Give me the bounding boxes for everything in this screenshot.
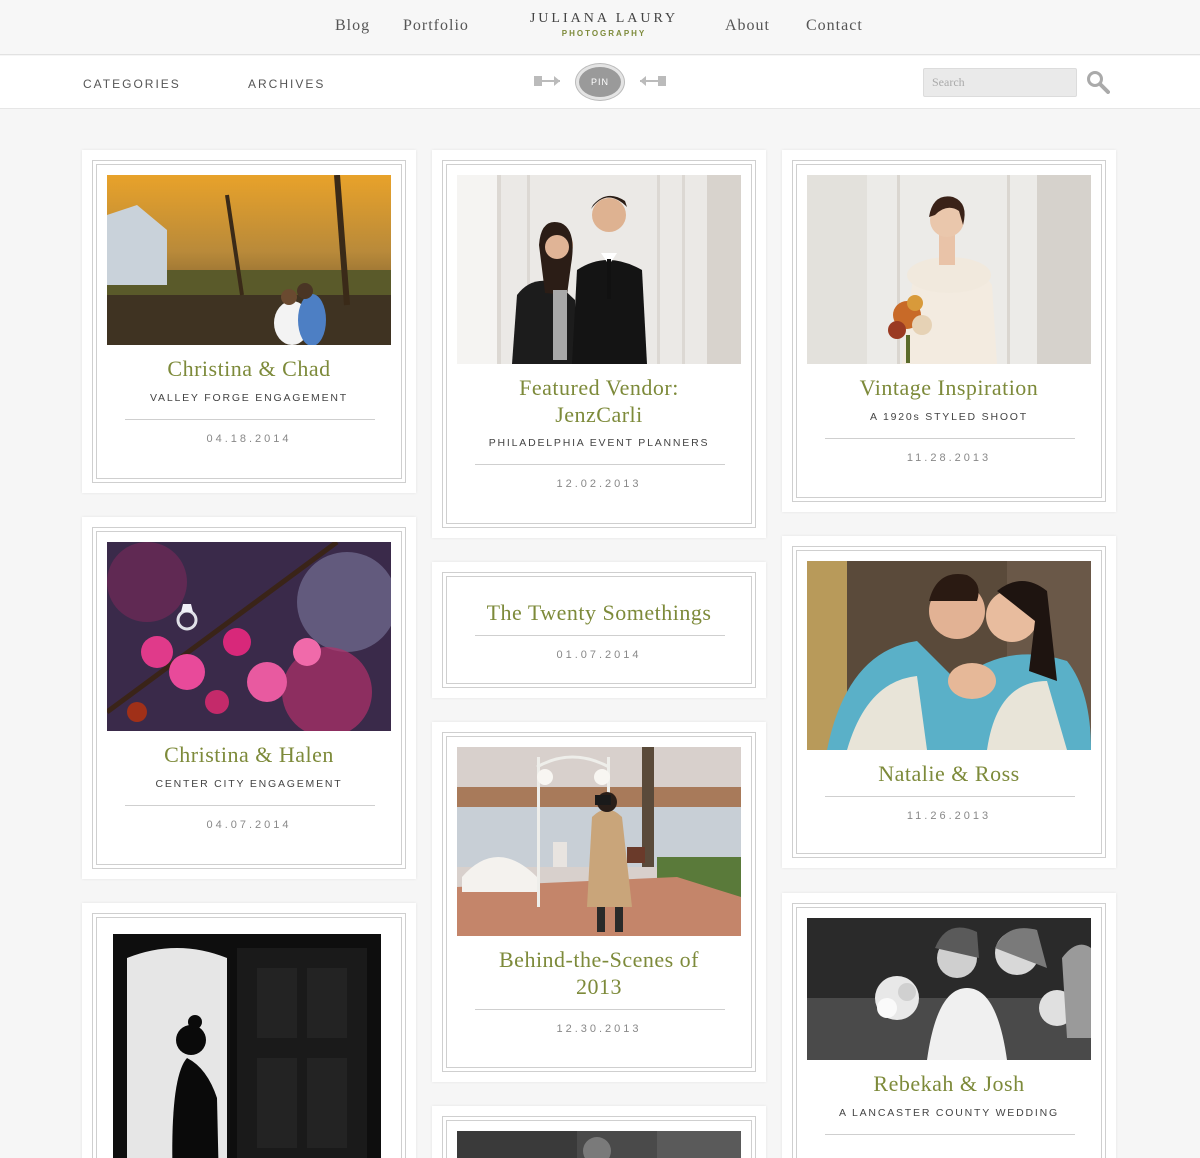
- post-card[interactable]: The Twenty Somethings 01.07.2014: [432, 562, 766, 698]
- post-date: 04.18.2014: [206, 433, 292, 445]
- post-card[interactable]: [82, 903, 416, 1158]
- post-card[interactable]: [432, 1106, 766, 1158]
- categories-menu[interactable]: CATEGORIES: [83, 77, 181, 91]
- nav-about[interactable]: About: [725, 17, 770, 35]
- divider: [825, 438, 1075, 439]
- divider: [825, 1134, 1075, 1135]
- post-card[interactable]: Christina & Halen CENTER CITY ENGAGEMENT…: [82, 517, 416, 879]
- logo-name: JULIANA LAURY: [529, 11, 679, 26]
- photo-partial: [457, 1131, 741, 1158]
- pin-control: PIN: [534, 62, 666, 102]
- top-navigation: Blog Portfolio JULIANA LAURY PHOTOGRAPHY…: [0, 0, 1200, 55]
- post-title[interactable]: Behind-the-Scenes of 2013: [447, 946, 751, 1000]
- divider: [825, 796, 1075, 797]
- photo-couple-blanket: [807, 561, 1091, 750]
- post-photo[interactable]: [807, 175, 1091, 364]
- post-photo[interactable]: [457, 747, 741, 936]
- photo-photographer-ceremony: [457, 747, 741, 936]
- post-title[interactable]: Featured Vendor: JenzCarli: [447, 374, 751, 428]
- post-subtitle: A LANCASTER COUNTY WEDDING: [839, 1107, 1059, 1119]
- post-date: 12.30.2013: [556, 1023, 642, 1035]
- photo-vendor-couple: [457, 175, 741, 364]
- archives-menu[interactable]: ARCHIVES: [248, 77, 325, 91]
- photo-vintage-bride: [807, 175, 1091, 364]
- post-photo[interactable]: [457, 175, 741, 364]
- post-card[interactable]: Rebekah & Josh A LANCASTER COUNTY WEDDIN…: [782, 893, 1116, 1158]
- post-subtitle: PHILADELPHIA EVENT PLANNERS: [488, 437, 710, 449]
- photo-bride-silhouette: [107, 928, 391, 1158]
- search-icon[interactable]: [1086, 70, 1110, 94]
- post-photo[interactable]: [107, 175, 391, 345]
- site-logo[interactable]: JULIANA LAURY PHOTOGRAPHY: [520, 11, 688, 38]
- post-card[interactable]: Behind-the-Scenes of 2013 12.30.2013: [432, 722, 766, 1082]
- post-card[interactable]: Christina & Chad VALLEY FORGE ENGAGEMENT…: [82, 150, 416, 493]
- divider: [475, 635, 725, 636]
- post-date: 11.28.2013: [906, 452, 992, 464]
- post-card[interactable]: Vintage Inspiration A 1920s STYLED SHOOT…: [782, 150, 1116, 512]
- post-title[interactable]: Christina & Chad: [97, 355, 401, 382]
- photo-couple-field-sunset: [107, 175, 391, 345]
- post-date: 12.02.2013: [556, 478, 642, 490]
- post-subtitle: A 1920s STYLED SHOOT: [870, 411, 1028, 423]
- post-photo[interactable]: [807, 561, 1091, 750]
- photo-bride-bridesmaids-bw: [807, 918, 1091, 1060]
- logo-subtitle: PHOTOGRAPHY: [561, 29, 647, 38]
- arrow-right-icon[interactable]: [636, 74, 666, 88]
- post-photo[interactable]: [107, 542, 391, 731]
- post-card[interactable]: Natalie & Ross 11.26.2013: [782, 536, 1116, 868]
- post-title[interactable]: The Twenty Somethings: [447, 599, 751, 626]
- nav-portfolio[interactable]: Portfolio: [403, 17, 469, 35]
- nav-contact[interactable]: Contact: [806, 17, 863, 35]
- post-photo[interactable]: [457, 1131, 741, 1158]
- photo-ring-blossoms: [107, 542, 391, 731]
- nav-blog[interactable]: Blog: [335, 17, 370, 35]
- pin-button[interactable]: PIN: [576, 64, 624, 100]
- post-title[interactable]: Christina & Halen: [97, 741, 401, 768]
- post-title[interactable]: Vintage Inspiration: [797, 374, 1101, 401]
- post-subtitle: VALLEY FORGE ENGAGEMENT: [150, 392, 348, 404]
- secondary-bar: CATEGORIES ARCHIVES PIN: [0, 56, 1200, 109]
- post-title[interactable]: Natalie & Ross: [797, 760, 1101, 787]
- arrow-left-icon[interactable]: [534, 74, 564, 88]
- post-title[interactable]: Rebekah & Josh: [797, 1070, 1101, 1097]
- post-date: 01.07.2014: [556, 649, 642, 661]
- divider: [475, 464, 725, 465]
- divider: [125, 419, 375, 420]
- divider: [475, 1009, 725, 1010]
- post-photo[interactable]: [807, 918, 1091, 1060]
- post-date: 04.07.2014: [206, 819, 292, 831]
- post-date: 11.26.2013: [906, 810, 992, 822]
- post-card[interactable]: Featured Vendor: JenzCarli PHILADELPHIA …: [432, 150, 766, 538]
- search-input[interactable]: [923, 68, 1077, 97]
- divider: [125, 805, 375, 806]
- post-subtitle: CENTER CITY ENGAGEMENT: [155, 778, 343, 790]
- post-photo[interactable]: [107, 928, 391, 1158]
